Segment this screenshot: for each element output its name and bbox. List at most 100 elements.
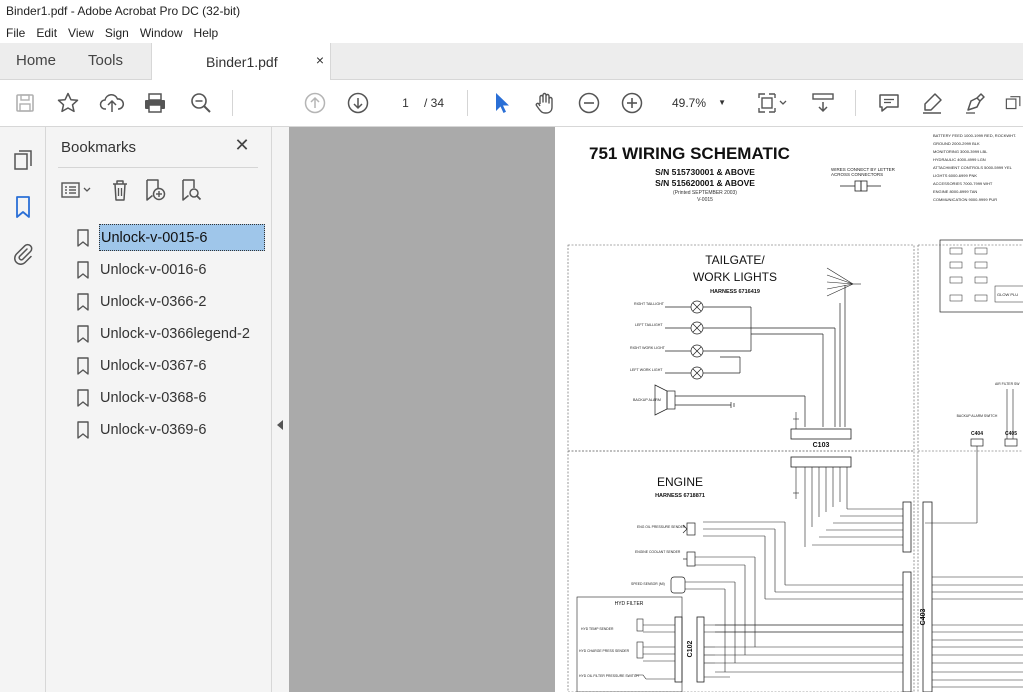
menu-window[interactable]: Window xyxy=(134,22,188,41)
c102-wires xyxy=(704,624,903,678)
pdf-page: 751 WIRING SCHEMATIC S/N 515730001 & ABO… xyxy=(555,127,1023,692)
bookmark-label: Unlock-v-0366legend-2 xyxy=(100,326,250,342)
bookmark-label: Unlock-v-0367-6 xyxy=(100,358,207,374)
zoom-value: 49.7% xyxy=(672,96,707,110)
hyd-wires xyxy=(635,618,675,680)
c403-wires xyxy=(932,576,1023,688)
engine-title: ENGINE xyxy=(657,475,703,489)
collapse-panel-arrow-icon[interactable] xyxy=(277,420,283,430)
left-navigation-rail xyxy=(0,127,46,692)
menu-file[interactable]: File xyxy=(0,22,30,41)
page-down-icon[interactable] xyxy=(345,90,371,116)
highlight-pen-icon[interactable] xyxy=(919,90,945,116)
hyd-filter-label: HYD FILTER xyxy=(615,601,644,607)
c405-connector xyxy=(1004,438,1018,447)
bookmark-item[interactable]: Unlock-v-0368-6 xyxy=(46,382,271,414)
tab-home[interactable]: Home xyxy=(16,43,56,79)
menu-help[interactable]: Help xyxy=(188,22,224,41)
window-title: Binder1.pdf - Adobe Acrobat Pro DC (32-b… xyxy=(0,0,1023,22)
schematic-title: 751 WIRING SCHEMATIC xyxy=(589,144,790,163)
page-number-input[interactable]: 1 xyxy=(393,92,418,114)
svg-text:RIGHT TAILLIGHT: RIGHT TAILLIGHT xyxy=(634,302,665,306)
toolbar-separator xyxy=(855,90,856,116)
bookmark-icon xyxy=(77,261,89,279)
bookmark-label: Unlock-v-0016-6 xyxy=(100,262,207,278)
bookmark-item[interactable]: Unlock-v-0366-2 xyxy=(46,286,271,318)
upload-cloud-icon[interactable] xyxy=(99,90,125,116)
menu-sign[interactable]: Sign xyxy=(99,22,134,41)
engine-box xyxy=(567,450,915,692)
c404-label: C404 xyxy=(971,431,983,437)
bookmark-icon xyxy=(77,229,89,247)
svg-text:HYD OIL FILTER PRESSURE SWITCH: HYD OIL FILTER PRESSURE SWITCH xyxy=(579,674,639,678)
star-icon[interactable] xyxy=(55,90,81,116)
page-thumbnails-icon[interactable] xyxy=(10,147,36,173)
scroll-mode-icon[interactable] xyxy=(810,90,836,116)
lamps xyxy=(665,285,846,427)
backup-alarm-symbol xyxy=(654,384,806,427)
page-total: / 34 xyxy=(424,96,445,110)
glow-plug-label: GLOW PLU xyxy=(997,292,1018,297)
zoom-search-icon[interactable] xyxy=(188,90,214,116)
svg-text:HYD TEMP SENDER: HYD TEMP SENDER xyxy=(581,627,614,631)
bookmark-label: Unlock-v-0368-6 xyxy=(100,390,207,406)
bookmarks-panel-icon[interactable] xyxy=(10,194,36,220)
attachments-icon[interactable] xyxy=(10,240,36,266)
bookmark-label: Unlock-v-0015-6 xyxy=(99,224,265,251)
zoom-dropdown[interactable]: 49.7% ▼ xyxy=(662,92,736,114)
page-up-icon[interactable] xyxy=(302,90,328,116)
svg-text:BATTERY FEED 1000-1999 RED, RO: BATTERY FEED 1000-1999 RED, ROCKWHT. xyxy=(933,133,1016,138)
zoom-out-icon[interactable] xyxy=(576,90,602,116)
bookmark-icon xyxy=(77,293,89,311)
close-icon[interactable]: ✕ xyxy=(232,135,252,155)
c404-connector xyxy=(970,438,984,447)
select-cursor-icon[interactable] xyxy=(488,90,514,116)
sign-pen-icon[interactable] xyxy=(962,90,988,116)
new-bookmark-icon[interactable] xyxy=(142,177,168,203)
engine-harness: HARNESS 6718871 xyxy=(655,493,705,499)
bookmark-list: Unlock-v-0015-6 Unlock-v-0016-6 Unlock-v… xyxy=(46,222,271,446)
bookmark-icon xyxy=(77,357,89,375)
hand-tool-icon[interactable] xyxy=(532,90,558,116)
document-viewport[interactable]: 751 WIRING SCHEMATIC S/N 515730001 & ABO… xyxy=(289,127,1023,692)
svg-text:ENGINE 8000-8999 TAN: ENGINE 8000-8999 TAN xyxy=(933,189,977,194)
more-tools-icon[interactable] xyxy=(1004,90,1023,116)
bookmark-item[interactable]: Unlock-v-0369-6 xyxy=(46,414,271,446)
bookmark-item[interactable]: Unlock-v-0015-6 xyxy=(46,222,271,254)
toolbar-separator xyxy=(467,90,468,116)
bookmark-tools xyxy=(58,177,258,205)
c403-connector xyxy=(922,501,933,692)
bookmark-icon xyxy=(77,389,89,407)
tab-bar: Home Tools Binder1.pdf × xyxy=(0,43,1023,80)
bookmark-item[interactable]: Unlock-v-0016-6 xyxy=(46,254,271,286)
find-bookmark-icon[interactable] xyxy=(178,177,204,203)
svg-text:GROUND 2000-2999 BLK: GROUND 2000-2999 BLK xyxy=(933,141,980,146)
tailgate-harness: HARNESS 6716419 xyxy=(710,289,760,295)
tab-close-icon[interactable]: × xyxy=(316,52,324,68)
svg-text:HYDRAULIC 4000-4999 LGN: HYDRAULIC 4000-4999 LGN xyxy=(933,157,986,162)
svg-text:ATTACHMENT CONTROLS 5000-5999: ATTACHMENT CONTROLS 5000-5999 YEL xyxy=(933,165,1013,170)
svg-text:ENGINE COOLANT SENDER: ENGINE COOLANT SENDER xyxy=(635,550,681,554)
tab-document[interactable]: Binder1.pdf × xyxy=(151,43,331,80)
page-fit-icon[interactable] xyxy=(755,90,789,116)
main-toolbar: 1 / 34 49.7% ▼ xyxy=(0,80,1023,127)
menu-view[interactable]: View xyxy=(62,22,99,41)
print-icon[interactable] xyxy=(142,90,168,116)
bookmark-options-icon[interactable] xyxy=(60,177,94,203)
doc-code: V-0015 xyxy=(697,197,713,203)
save-icon[interactable] xyxy=(12,90,38,116)
bookmark-item[interactable]: Unlock-v-0367-6 xyxy=(46,350,271,382)
connector-symbol xyxy=(840,180,881,192)
svg-text:LIGHTS 6000-6999 PNK: LIGHTS 6000-6999 PNK xyxy=(933,173,977,178)
comment-icon[interactable] xyxy=(876,90,902,116)
svg-text:LEFT TAILLIGHT: LEFT TAILLIGHT xyxy=(635,323,663,327)
bookmark-item[interactable]: Unlock-v-0366legend-2 xyxy=(46,318,271,350)
delete-bookmark-icon[interactable] xyxy=(107,177,133,203)
lamp-labels: RIGHT TAILLIGHT LEFT TAILLIGHT RIGHT WOR… xyxy=(630,302,666,372)
tab-tools[interactable]: Tools xyxy=(88,43,123,79)
menu-edit[interactable]: Edit xyxy=(30,22,62,41)
zoom-in-icon[interactable] xyxy=(619,90,645,116)
panel-splitter[interactable] xyxy=(271,127,289,692)
panel-divider xyxy=(58,167,258,168)
bookmark-label: Unlock-v-0366-2 xyxy=(100,294,207,310)
